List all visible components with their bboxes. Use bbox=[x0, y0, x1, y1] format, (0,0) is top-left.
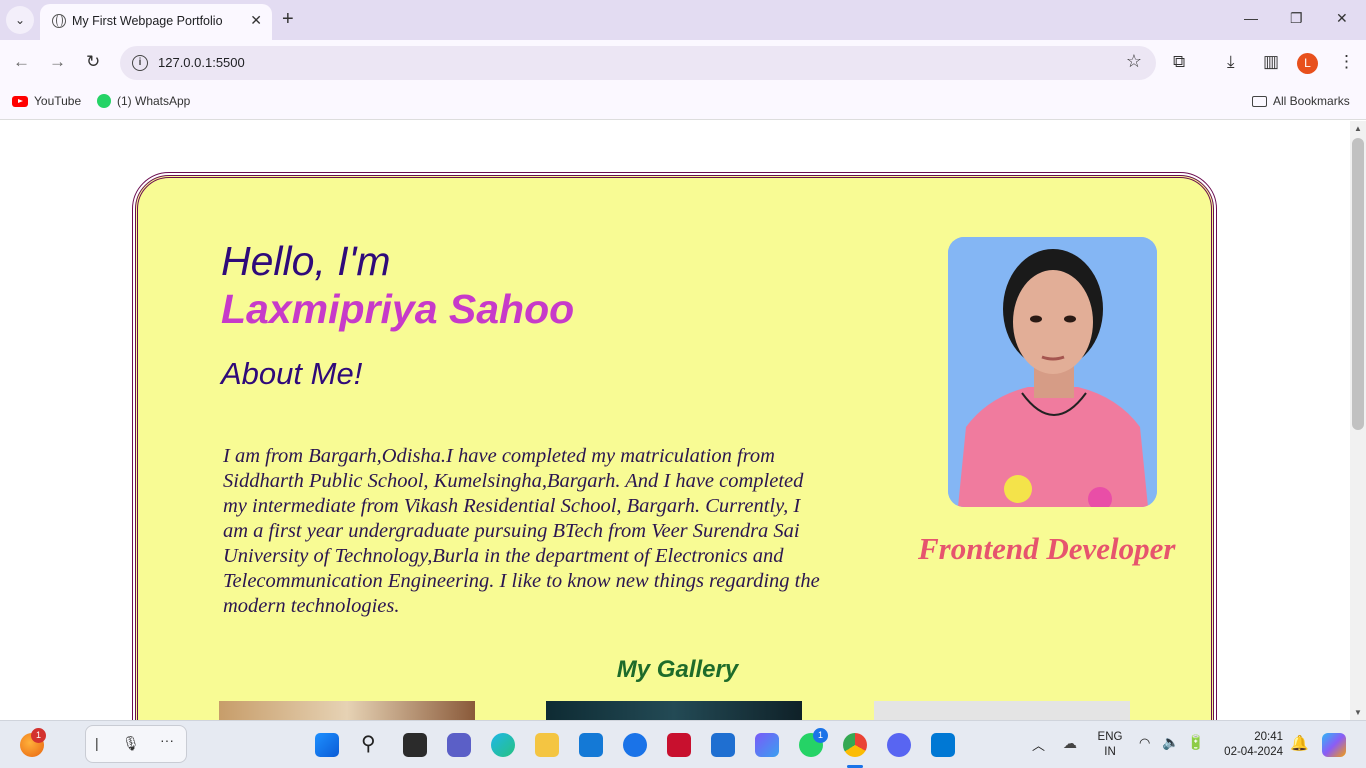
close-window-button[interactable]: ✕ bbox=[1336, 10, 1348, 27]
copilot-app-icon[interactable] bbox=[755, 733, 779, 757]
whatsapp-icon bbox=[97, 94, 111, 108]
more-icon[interactable]: ··· bbox=[160, 732, 174, 748]
person-portrait-icon bbox=[948, 237, 1157, 507]
toolbar: ← → ↻ i 127.0.0.1:5500 ☆ ⧉ ⤓ ▥ L ⋮ bbox=[0, 40, 1366, 86]
notification-bell-icon[interactable]: 🔔 bbox=[1290, 734, 1309, 752]
language-line2: IN bbox=[1104, 746, 1116, 758]
tab-search-button[interactable]: ⌄ bbox=[6, 6, 34, 34]
forward-button[interactable]: → bbox=[49, 52, 66, 72]
language-line1: ENG bbox=[1097, 731, 1123, 743]
globe-icon bbox=[52, 14, 66, 28]
search-icon[interactable]: ⚲ bbox=[361, 731, 376, 756]
role-heading: Frontend Developer bbox=[918, 531, 1176, 566]
bookmark-label: YouTube bbox=[34, 94, 82, 108]
clock[interactable]: 20:41 02-04-2024 bbox=[1215, 730, 1283, 760]
name-heading: Laxmipriya Sahoo bbox=[221, 286, 575, 332]
bookmark-label: (1) WhatsApp bbox=[117, 94, 191, 108]
taskbar: 1 | 🎙 ··· ⚲ 1 ︿ ☁ ENG IN ◠ 🔈 🔋 20:41 02-… bbox=[0, 720, 1366, 768]
bookmarks-bar: YouTube (1) WhatsApp All Bookmarks bbox=[0, 86, 1366, 120]
greeting-heading: Hello, I'm bbox=[221, 238, 391, 284]
chrome-icon[interactable] bbox=[843, 733, 867, 757]
widget-badge: 1 bbox=[31, 728, 46, 743]
store-icon[interactable] bbox=[711, 733, 735, 757]
download-icon[interactable]: ⤓ bbox=[1227, 52, 1235, 72]
gallery-image-1 bbox=[219, 701, 475, 720]
menu-icon[interactable]: ⋮ bbox=[1338, 52, 1355, 72]
youtube-icon bbox=[12, 95, 28, 107]
mcafee-icon[interactable] bbox=[667, 733, 691, 757]
chevron-down-icon: ⌄ bbox=[14, 13, 26, 27]
active-tab[interactable]: My First Webpage Portfolio ✕ bbox=[40, 4, 272, 40]
profile-avatar[interactable]: L bbox=[1297, 53, 1318, 74]
help-icon[interactable] bbox=[623, 733, 647, 757]
gallery-heading: My Gallery bbox=[616, 656, 739, 683]
scrollbar-thumb[interactable] bbox=[1352, 138, 1364, 430]
site-info-icon[interactable]: i bbox=[132, 55, 148, 71]
tab-title: My First Webpage Portfolio bbox=[72, 14, 223, 28]
about-heading: About Me! bbox=[221, 356, 363, 391]
url-text[interactable]: 127.0.0.1:5500 bbox=[158, 55, 245, 70]
new-tab-button[interactable]: + bbox=[282, 8, 294, 30]
clock-date: 02-04-2024 bbox=[1224, 746, 1283, 758]
windows-start-icon[interactable] bbox=[315, 733, 339, 757]
page-viewport: Hello, I'm Laxmipriya Sahoo About Me! I … bbox=[0, 121, 1350, 720]
discord-icon[interactable] bbox=[887, 733, 911, 757]
wifi-icon[interactable]: ◠ bbox=[1139, 735, 1150, 751]
scroll-up-icon[interactable]: ▲ bbox=[1354, 124, 1362, 133]
gallery-image-2 bbox=[546, 701, 802, 720]
reload-button[interactable]: ↻ bbox=[86, 52, 100, 72]
microphone-icon[interactable]: 🎙 bbox=[122, 735, 140, 752]
minimize-button[interactable]: — bbox=[1244, 10, 1258, 26]
close-tab-icon[interactable]: ✕ bbox=[250, 12, 262, 29]
chevron-up-icon[interactable]: ︿ bbox=[1032, 735, 1045, 754]
gallery-image-3 bbox=[874, 701, 1130, 720]
teams-icon[interactable] bbox=[447, 733, 471, 757]
bookmark-whatsapp[interactable]: (1) WhatsApp bbox=[97, 94, 190, 108]
bio-paragraph: I am from Bargarh,Odisha.I have complete… bbox=[223, 445, 820, 617]
language-indicator[interactable]: ENG IN bbox=[1094, 730, 1126, 760]
taskbar-search-box[interactable]: | 🎙 ··· bbox=[85, 725, 187, 763]
myhp-icon[interactable] bbox=[579, 733, 603, 757]
address-bar[interactable]: i 127.0.0.1:5500 ☆ bbox=[120, 46, 1156, 80]
edge-icon[interactable] bbox=[491, 733, 515, 757]
all-bookmarks-label: All Bookmarks bbox=[1273, 94, 1350, 108]
side-panel-icon[interactable]: ▥ bbox=[1263, 52, 1279, 72]
cursor-icon: | bbox=[95, 735, 99, 751]
whatsapp-badge: 1 bbox=[813, 728, 828, 743]
bookmark-star-icon[interactable]: ☆ bbox=[1126, 51, 1142, 72]
page-scrollbar[interactable]: ▲ ▼ bbox=[1350, 121, 1366, 720]
volume-icon[interactable]: 🔈 bbox=[1162, 734, 1179, 751]
task-view-icon[interactable] bbox=[403, 733, 427, 757]
bookmark-youtube[interactable]: YouTube bbox=[12, 94, 81, 108]
portfolio-card: Hello, I'm Laxmipriya Sahoo About Me! I … bbox=[132, 172, 1217, 720]
tab-strip: ⌄ My First Webpage Portfolio ✕ + — ❐ ✕ bbox=[0, 0, 1366, 40]
extensions-icon[interactable]: ⧉ bbox=[1173, 52, 1185, 72]
file-explorer-icon[interactable] bbox=[535, 733, 559, 757]
cloud-icon[interactable]: ☁ bbox=[1063, 735, 1077, 752]
back-button[interactable]: ← bbox=[13, 52, 30, 72]
vscode-icon[interactable] bbox=[931, 733, 955, 757]
battery-icon[interactable]: 🔋 bbox=[1187, 734, 1204, 751]
profile-photo bbox=[948, 237, 1157, 507]
scroll-down-icon[interactable]: ▼ bbox=[1354, 708, 1362, 717]
copilot-icon[interactable] bbox=[1322, 733, 1346, 757]
clock-time: 20:41 bbox=[1254, 731, 1283, 743]
restore-button[interactable]: ❐ bbox=[1290, 10, 1303, 27]
all-bookmarks-button[interactable]: All Bookmarks bbox=[1252, 94, 1350, 108]
folder-icon bbox=[1252, 95, 1267, 107]
